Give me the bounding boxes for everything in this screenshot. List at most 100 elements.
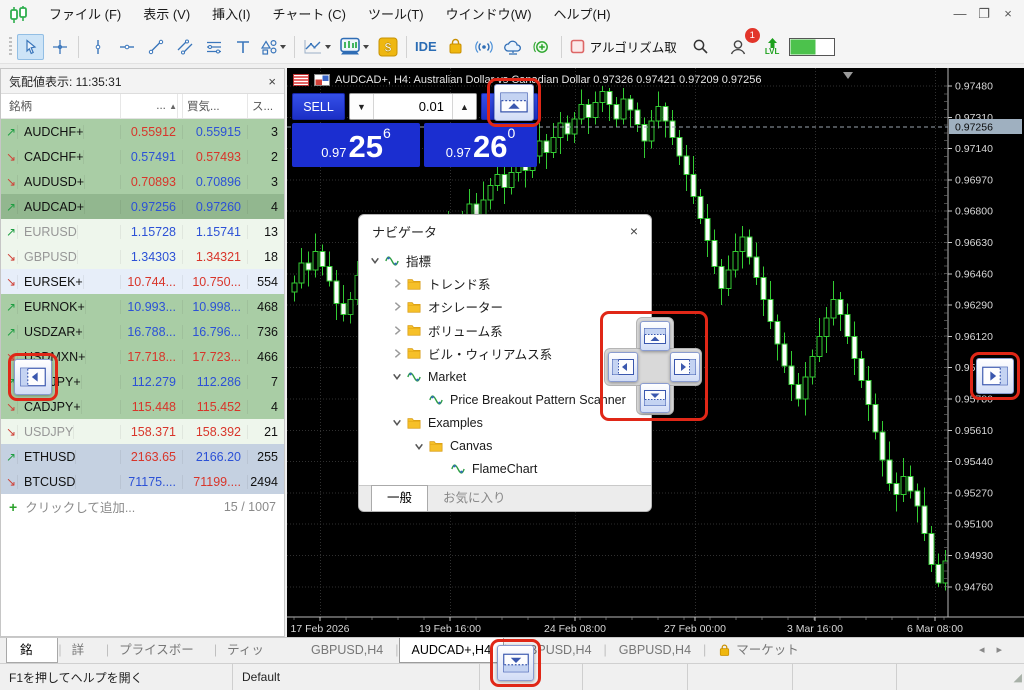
market-watch-row-AUDUSD+[interactable]: ↘AUDUSD+ 0.70893 0.70896 3: [1, 169, 284, 194]
navigator-title-bar[interactable]: ナビゲータ ×: [359, 215, 651, 247]
status-profile[interactable]: Default: [233, 664, 480, 690]
column-ask[interactable]: 買気...: [183, 94, 248, 118]
chevron-down-icon[interactable]: [369, 255, 381, 266]
currency-pairs-button[interactable]: $: [374, 34, 401, 60]
dock-center-down-button[interactable]: [640, 383, 670, 413]
dock-center-right-button[interactable]: [670, 352, 700, 382]
support-chat-button[interactable]: 1: [725, 34, 752, 60]
navigator-close-icon[interactable]: ×: [630, 223, 638, 239]
volume-decrease-button[interactable]: ▼: [350, 94, 374, 119]
chevron-down-icon[interactable]: [413, 441, 425, 452]
market-watch-row-AUDCHF+[interactable]: ↗AUDCHF+ 0.55912 0.55915 3: [1, 119, 284, 144]
market-watch-row-CADJPY+[interactable]: ↘CADJPY+ 115.448 115.452 4: [1, 394, 284, 419]
chevron-right-icon[interactable]: [391, 325, 403, 336]
market-watch-tab-プライスボード[interactable]: プライスボード: [109, 638, 214, 663]
dock-top-edge-button[interactable]: [494, 84, 534, 121]
market-watch-tab-ティック[interactable]: ティック: [217, 638, 285, 663]
shapes-dropdown-caret[interactable]: [280, 45, 286, 49]
dock-left-edge-button[interactable]: [14, 359, 52, 395]
column-symbol[interactable]: 銘柄: [1, 94, 121, 118]
navigator-tree-item[interactable]: トレンド系: [359, 272, 651, 295]
market-watch-row-EURSEK+[interactable]: ↘EURSEK+ 10.744... 10.750... 554: [1, 269, 284, 294]
menu-item[interactable]: 挿入(I): [201, 0, 261, 30]
search-button[interactable]: [687, 34, 714, 60]
market-watch-row-GBPUSD[interactable]: ↘GBPUSD 1.34303 1.34321 18: [1, 244, 284, 269]
shapes-tool-button[interactable]: [257, 34, 290, 60]
resize-grip-icon[interactable]: ◢: [1014, 671, 1024, 684]
tab-scroll-right-icon[interactable]: ▸: [996, 644, 1014, 656]
market-watch-tab-詳細[interactable]: 詳細: [62, 638, 106, 663]
line-chart-dropdown-caret[interactable]: [325, 45, 331, 49]
crosshair-tool-button[interactable]: [46, 34, 73, 60]
sell-price-display[interactable]: 0.97256: [292, 123, 420, 167]
add-symbol-row[interactable]: + クリックして追加... 15 / 1007: [1, 494, 284, 519]
algo-trading-button[interactable]: アルゴリズム取: [566, 34, 681, 60]
chart-window-icon[interactable]: [314, 74, 330, 86]
market-watch-tab-銘柄[interactable]: 銘柄: [6, 638, 58, 663]
market-watch-row-CADCHF+[interactable]: ↘CADCHF+ 0.57491 0.57493 2: [1, 144, 284, 169]
market-watch-row-EURUSD[interactable]: ↗EURUSD 1.15728 1.15741 13: [1, 219, 284, 244]
cloud-button[interactable]: [500, 34, 527, 60]
toolbar-grip[interactable]: [9, 37, 12, 57]
chevron-right-icon[interactable]: [391, 301, 403, 312]
account-level-indicator[interactable]: LVL: [765, 38, 780, 56]
menu-item[interactable]: ファイル (F): [38, 0, 132, 30]
chart-tab-AUDCAD+,H4[interactable]: AUDCAD+,H4: [399, 638, 505, 663]
menu-item[interactable]: ツール(T): [357, 0, 435, 30]
sell-button[interactable]: SELL: [292, 93, 345, 120]
menu-item[interactable]: ヘルプ(H): [543, 0, 622, 30]
candle-chart-dropdown-caret[interactable]: [363, 45, 369, 49]
text-tool-button[interactable]: [229, 34, 256, 60]
chevron-down-icon[interactable]: [391, 417, 403, 428]
column-spread[interactable]: ス...: [248, 94, 284, 118]
volume-increase-button[interactable]: ▲: [452, 94, 476, 119]
close-button[interactable]: ×: [996, 0, 1020, 28]
navigator-tree-item[interactable]: 指標: [359, 249, 651, 272]
chart-tab-GBPUSD,H4[interactable]: GBPUSD,H4: [299, 638, 395, 663]
menu-item[interactable]: チャート (C): [261, 0, 357, 30]
navigator-tree-item[interactable]: オシレーター: [359, 295, 651, 318]
metaeditor-ide-button[interactable]: IDE: [411, 34, 441, 60]
column-bid[interactable]: ... ▲: [121, 94, 183, 118]
navigator-tree-item[interactable]: Price Breakout Pattern Scanner: [359, 388, 651, 411]
market-store-button[interactable]: [442, 34, 469, 60]
channel-tool-button[interactable]: [171, 34, 198, 60]
trendline-tool-button[interactable]: [142, 34, 169, 60]
chevron-right-icon[interactable]: [391, 278, 403, 289]
volume-value[interactable]: 0.01: [374, 94, 452, 119]
navigator-tree-item[interactable]: FlameChart: [359, 458, 651, 481]
candle-chart-type-button[interactable]: [335, 34, 373, 60]
chevron-down-icon[interactable]: [391, 371, 403, 382]
buy-price-display[interactable]: 0.97260: [424, 123, 537, 167]
cursor-tool-button[interactable]: [17, 34, 44, 60]
market-watch-column-headers[interactable]: 銘柄... ▲買気...ス...: [1, 94, 284, 119]
tab-scroll-left-icon[interactable]: ◂: [979, 644, 997, 656]
dock-center-left-button[interactable]: [608, 352, 638, 382]
fibonacci-tool-button[interactable]: [200, 34, 227, 60]
restore-button[interactable]: ❐: [972, 0, 996, 28]
market-watch-close-icon[interactable]: ×: [268, 74, 276, 89]
menu-item[interactable]: ウインドウ(W): [435, 0, 543, 30]
depth-of-market-icon[interactable]: [293, 74, 309, 86]
market-watch-row-EURNOK+[interactable]: ↗EURNOK+ 10.993... 10.998... 468: [1, 294, 284, 319]
dock-bottom-edge-button[interactable]: [497, 645, 534, 681]
menu-item[interactable]: 表示 (V): [132, 0, 201, 30]
navigator-tree-item[interactable]: Canvas: [359, 435, 651, 458]
market-watch-row-ETHUSD[interactable]: ↗ETHUSD 2163.65 2166.20 255: [1, 444, 284, 469]
signals-button[interactable]: [471, 34, 498, 60]
chart-tab-GBPUSD,H4[interactable]: GBPUSD,H4: [607, 638, 703, 663]
horizontal-line-tool-button[interactable]: [113, 34, 140, 60]
market-watch-header[interactable]: 気配値表示: 11:35:31 ×: [1, 69, 284, 94]
chevron-right-icon[interactable]: [391, 348, 403, 359]
vertical-line-tool-button[interactable]: [84, 34, 111, 60]
add-broker-button[interactable]: [529, 34, 556, 60]
navigator-tab-一般[interactable]: 一般: [371, 485, 428, 511]
dock-center-up-button[interactable]: [640, 321, 670, 351]
navigator-tab-お気に入り[interactable]: お気に入り: [428, 486, 521, 511]
chart-tab-マーケット[interactable]: マーケット: [706, 638, 811, 663]
market-watch-row-USDJPY[interactable]: ↘USDJPY 158.371 158.392 21: [1, 419, 284, 444]
market-watch-row-AUDCAD+[interactable]: ↗AUDCAD+ 0.97256 0.97260 4: [1, 194, 284, 219]
dock-right-edge-button[interactable]: [976, 358, 1014, 394]
minimize-button[interactable]: —: [948, 0, 972, 28]
market-watch-row-BTCUSD[interactable]: ↘BTCUSD 71175.... 71199.... 2494: [1, 469, 284, 494]
